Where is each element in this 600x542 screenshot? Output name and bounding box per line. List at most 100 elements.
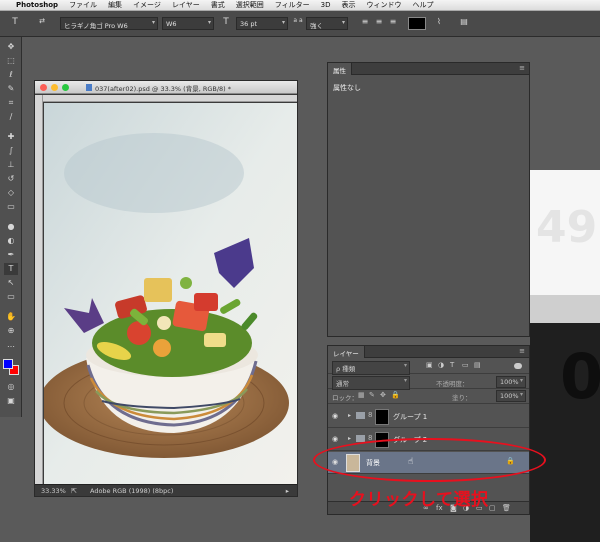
type-tool-icon-active[interactable]: T — [4, 263, 18, 275]
annotation-ellipse — [313, 438, 546, 482]
zoom-level[interactable]: 33.33% — [41, 487, 66, 495]
layers-panel-header: レイヤー ≡ — [328, 346, 529, 358]
crop-tool-icon[interactable]: ⌗ — [4, 97, 18, 109]
gradient-tool-icon[interactable]: ▭ — [4, 201, 18, 213]
zoom-button[interactable] — [62, 84, 69, 91]
menu-help[interactable]: ヘルプ — [412, 0, 433, 10]
minimize-button[interactable] — [51, 84, 58, 91]
document-canvas[interactable] — [44, 103, 297, 484]
menu-app[interactable]: Photoshop — [16, 1, 58, 9]
delete-layer-icon[interactable]: 🗑 — [502, 504, 511, 512]
lock-all-icon[interactable]: 🔒 — [391, 391, 400, 399]
font-family-select[interactable]: ヒラギノ角ゴ Pro W6 — [60, 17, 158, 30]
options-bar: T ⇄ ヒラギノ角ゴ Pro W6 W6 T 36 pt a a 強く ≡ ≡ … — [0, 11, 600, 37]
opacity-input[interactable]: 100% — [496, 376, 526, 388]
background-number-bottom: 0 — [560, 340, 600, 413]
path-select-tool-icon[interactable]: ↖ — [4, 277, 18, 289]
stamp-tool-icon[interactable]: ⊥ — [4, 159, 18, 171]
hand-tool-icon[interactable]: ✋ — [4, 311, 18, 323]
quick-mask-icon[interactable]: ◎ — [4, 381, 18, 393]
eraser-tool-icon[interactable]: ◇ — [4, 187, 18, 199]
status-menu-icon[interactable]: ▸ — [286, 487, 289, 495]
align-left-icon[interactable]: ≡ — [360, 17, 370, 30]
filter-toggle[interactable] — [514, 363, 522, 369]
pen-tool-icon[interactable]: ✒ — [4, 249, 18, 261]
menu-image[interactable]: イメージ — [133, 0, 161, 10]
screen-mode-icon[interactable]: ▣ — [4, 395, 18, 407]
fill-input[interactable]: 100% — [496, 390, 526, 402]
blend-row: 通常 不透明度： 100% — [328, 374, 529, 390]
menu-edit[interactable]: 編集 — [108, 0, 122, 10]
background-number-top: 49 — [536, 202, 598, 253]
layer-name[interactable]: グループ 1 — [393, 412, 427, 422]
font-style-select[interactable]: W6 — [162, 17, 214, 30]
status-bar: 33.33% ⇱ Adobe RGB (1998) (8bpc) ▸ — [35, 484, 297, 496]
layer-kind-filter[interactable]: ρ 種類 — [332, 361, 410, 375]
panel-menu-icon[interactable]: ≡ — [519, 64, 525, 72]
shape-tool-icon[interactable]: ▭ — [4, 291, 18, 303]
layer-mask-thumbnail[interactable] — [375, 409, 389, 425]
menu-window[interactable]: ウィンドウ — [366, 0, 401, 10]
lasso-tool-icon[interactable]: ℓ — [4, 69, 18, 81]
antialias-select[interactable]: 強く — [306, 17, 348, 30]
lock-position-icon[interactable]: ✥ — [380, 391, 386, 399]
lock-image-icon[interactable]: ✎ — [369, 391, 375, 399]
ruler-vertical[interactable] — [35, 95, 43, 485]
expand-arrow-icon[interactable]: ▸ — [348, 412, 351, 419]
menu-select[interactable]: 選択範囲 — [236, 0, 264, 10]
align-center-icon[interactable]: ≡ — [374, 17, 384, 30]
character-panel-icon[interactable]: ▤ — [458, 17, 470, 30]
expand-arrow-icon[interactable]: ▸ — [348, 435, 351, 442]
visibility-eye-icon[interactable]: ◉ — [332, 412, 338, 420]
filter-smart-icon[interactable]: ▤ — [474, 361, 481, 369]
filter-adjust-icon[interactable]: ◑ — [438, 361, 444, 369]
menu-filter[interactable]: フィルター — [275, 0, 310, 10]
filter-pixel-icon[interactable]: ▣ — [426, 361, 433, 369]
eyedropper-tool-icon[interactable]: ∕ — [4, 111, 18, 123]
edit-toolbar-icon[interactable]: … — [4, 339, 18, 351]
export-icon[interactable]: ⇱ — [71, 487, 77, 495]
move-tool-icon[interactable]: ✥ — [4, 41, 18, 53]
layer-row-group1[interactable]: ◉ ▸ 8 グループ 1 — [328, 406, 529, 428]
document-window[interactable]: 037(after02).psd @ 33.3% (背景, RGB/8) * 3… — [34, 80, 298, 497]
lock-transparent-icon[interactable]: ▦ — [358, 391, 365, 399]
history-brush-tool-icon[interactable]: ↺ — [4, 173, 18, 185]
layers-tab[interactable]: レイヤー — [328, 346, 365, 358]
text-orientation-icon[interactable]: ⇄ — [36, 17, 48, 30]
menu-layer[interactable]: レイヤー — [172, 0, 200, 10]
menu-3d[interactable]: 3D — [321, 1, 331, 9]
zoom-tool-icon[interactable]: ⊕ — [4, 325, 18, 337]
marquee-tool-icon[interactable]: ⬚ — [4, 55, 18, 67]
properties-tab[interactable]: 属性 — [328, 63, 352, 75]
ruler-horizontal[interactable] — [43, 95, 297, 102]
blur-tool-icon[interactable]: ● — [4, 221, 18, 233]
align-right-icon[interactable]: ≡ — [388, 17, 398, 30]
menu-file[interactable]: ファイル — [69, 0, 97, 10]
text-color-swatch[interactable] — [408, 17, 426, 30]
healing-tool-icon[interactable]: ✚ — [4, 131, 18, 143]
menu-type[interactable]: 書式 — [211, 0, 225, 10]
dodge-tool-icon[interactable]: ◐ — [4, 235, 18, 247]
layers-menu-icon[interactable]: ≡ — [519, 347, 525, 355]
annotation-text: クリックして選択 — [349, 490, 489, 510]
close-button[interactable] — [40, 84, 47, 91]
visibility-eye-icon[interactable]: ◉ — [332, 435, 338, 443]
font-size-icon: T — [223, 17, 229, 27]
blend-mode-select[interactable]: 通常 — [332, 376, 410, 390]
opacity-label: 不透明度： — [436, 380, 469, 388]
chain-link-icon[interactable]: 8 — [368, 411, 372, 419]
font-size-select[interactable]: 36 pt — [236, 17, 288, 30]
document-titlebar[interactable]: 037(after02).psd @ 33.3% (背景, RGB/8) * — [35, 81, 297, 94]
foreground-color-swatch[interactable] — [3, 359, 13, 369]
type-tool-icon[interactable]: T — [8, 17, 22, 30]
quick-select-tool-icon[interactable]: ✎ — [4, 83, 18, 95]
filter-text-icon[interactable]: T — [450, 361, 454, 369]
new-layer-icon[interactable]: ▢ — [489, 504, 496, 512]
fill-label: 塗り： — [452, 394, 472, 402]
brush-tool-icon[interactable]: ∫ — [4, 145, 18, 157]
layers-filter-row: ρ 種類 ▣ ◑ T ▭ ▤ — [328, 358, 529, 375]
warp-text-icon[interactable]: ⌇ — [434, 17, 444, 30]
menu-view[interactable]: 表示 — [341, 0, 355, 10]
filter-shape-icon[interactable]: ▭ — [462, 361, 469, 369]
properties-content: 属性なし — [333, 84, 361, 92]
